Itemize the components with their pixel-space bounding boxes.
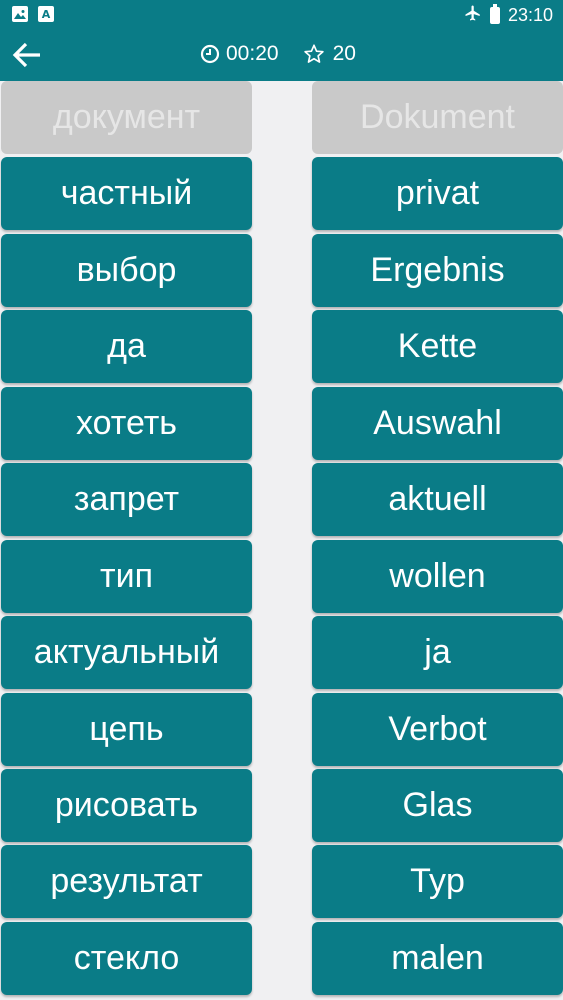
word-tile[interactable]: wollen (312, 539, 563, 613)
word-tile[interactable]: privat (312, 157, 563, 231)
word-tile[interactable]: Auswahl (312, 386, 563, 460)
russian-word-column: документ частный выбор да хотеть запрет … (1, 81, 252, 998)
word-tile[interactable]: запрет (1, 463, 252, 537)
word-tile[interactable]: выбор (1, 233, 252, 307)
airplane-icon (464, 4, 482, 27)
score: 20 (303, 42, 356, 66)
word-tile-matched: документ (1, 81, 252, 154)
word-tile[interactable]: результат (1, 845, 252, 919)
star-icon (303, 43, 325, 65)
word-tile[interactable]: malen (312, 921, 563, 995)
word-tile[interactable]: тип (1, 539, 252, 613)
word-tile[interactable]: актуальный (1, 616, 252, 690)
word-tile[interactable]: ja (312, 616, 563, 690)
word-tile[interactable]: стекло (1, 921, 252, 995)
word-tile[interactable]: Glas (312, 768, 563, 842)
word-tile[interactable]: aktuell (312, 463, 563, 537)
image-icon (12, 6, 28, 22)
word-tile[interactable]: рисовать (1, 768, 252, 842)
score-value: 20 (332, 42, 356, 65)
status-time: 23:10 (507, 5, 553, 25)
back-button[interactable] (10, 38, 44, 72)
word-tile[interactable]: частный (1, 157, 252, 231)
status-bar-system: 23:10 (464, 4, 553, 27)
word-tile-matched: Dokument (312, 81, 563, 154)
timer-value: 00:20 (226, 42, 279, 65)
word-tile[interactable]: Kette (312, 310, 563, 384)
app-bar: 00:20 20 (0, 30, 563, 81)
battery-icon (489, 4, 500, 24)
clock-icon (200, 44, 220, 64)
text-a-icon: A (38, 6, 54, 22)
word-tile[interactable]: хотеть (1, 386, 252, 460)
word-tile[interactable]: да (1, 310, 252, 384)
game-stats: 00:20 20 (200, 42, 356, 66)
word-tile[interactable]: цепь (1, 692, 252, 766)
german-word-column: Dokument privat Ergebnis Kette Auswahl a… (312, 81, 563, 998)
status-bar: A 23:10 (0, 0, 563, 30)
word-tile[interactable]: Verbot (312, 692, 563, 766)
back-arrow-icon (12, 42, 40, 68)
word-tile[interactable]: Ergebnis (312, 233, 563, 307)
status-bar-notifications: A (12, 6, 54, 22)
word-tile[interactable]: Typ (312, 845, 563, 919)
